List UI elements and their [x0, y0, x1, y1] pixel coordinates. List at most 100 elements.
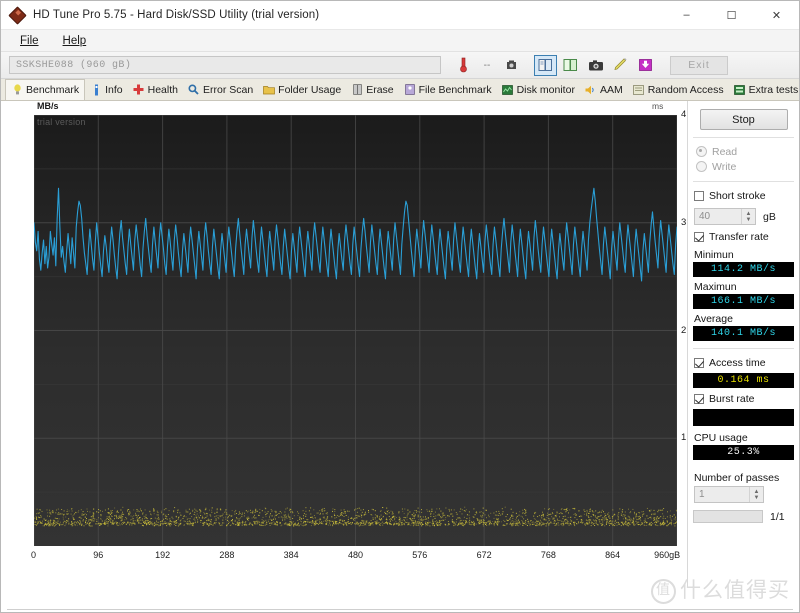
bulb-icon [11, 84, 23, 96]
benchmark-chart: MB/s ms trial version 20015010050 4.003.… [1, 101, 700, 588]
tab-disk-monitor[interactable]: Disk monitor [497, 80, 580, 100]
tab-aam[interactable]: AAM [580, 80, 628, 100]
menu-bar: File Help [1, 30, 799, 52]
site-watermark: 值什么值得买 [651, 574, 790, 604]
exit-button-label: Exit [688, 59, 710, 71]
plot-canvas[interactable]: trial version [34, 115, 677, 546]
menu-file[interactable]: File [9, 33, 50, 49]
passes-spinner[interactable]: ▲ ▼ [749, 487, 763, 502]
x-tick-8: 768 [540, 550, 556, 560]
passes-spinner-down-icon[interactable]: ▼ [754, 495, 760, 501]
progress-bar [693, 510, 763, 523]
tab-extra-tests-label: Extra tests [748, 83, 799, 96]
speaker-icon [585, 84, 597, 96]
read-radio-label: Read [712, 145, 738, 158]
save-button[interactable] [634, 55, 657, 76]
access-time-row[interactable]: Access time [694, 355, 794, 371]
drive-selector-label: SSKSHE088 (960 gB) [16, 59, 132, 71]
tab-health-label: Health [147, 83, 178, 96]
average-value: 140.1 MB/s [693, 326, 794, 341]
access-time-checkbox[interactable] [694, 358, 704, 368]
divider-2 [693, 181, 794, 182]
tab-erase[interactable]: Erase [346, 80, 398, 100]
burst-rate-checkbox[interactable] [694, 394, 704, 404]
read-radio-row[interactable]: Read [696, 144, 794, 159]
tab-extra-tests[interactable]: Extra tests [729, 80, 799, 100]
thermometer-icon[interactable] [453, 55, 473, 75]
passes-label: Number of passes [694, 472, 780, 484]
toolbar-status-group: -- [451, 55, 523, 75]
control-panel: Stop Read Write Short stroke 40 ▲ ▼ gB T… [687, 101, 799, 588]
menu-file-label: File [20, 34, 39, 47]
plot-svg [34, 115, 677, 546]
transfer-rate-checkbox[interactable] [694, 232, 704, 242]
tab-benchmark[interactable]: Benchmark [5, 79, 86, 100]
eraser-icon [351, 84, 363, 96]
cpu-usage-label: CPU usage [694, 432, 748, 444]
short-stroke-unit: gB [763, 210, 776, 223]
settings-icon[interactable] [501, 55, 521, 75]
short-stroke-input[interactable]: 40 ▲ ▼ [694, 208, 756, 225]
burst-rate-label: Burst rate [709, 393, 755, 405]
passes-value: 1 [699, 489, 705, 500]
plot-wrapper: MB/s ms trial version 20015010050 4.003.… [1, 101, 700, 588]
x-tick-3: 288 [219, 550, 235, 560]
short-stroke-stepper-row: 40 ▲ ▼ gB [694, 208, 794, 225]
drive-selector[interactable]: SSKSHE088 (960 gB) [9, 56, 441, 74]
tab-folder-usage[interactable]: Folder Usage [258, 80, 346, 100]
short-stroke-label: Short stroke [709, 190, 766, 202]
tab-error-scan-label: Error Scan [202, 83, 254, 96]
title-bar: HD Tune Pro 5.75 - Hard Disk/SSD Utility… [1, 1, 799, 30]
copy-button[interactable] [559, 55, 582, 76]
footer: 值什么值得买 [1, 578, 799, 612]
maximize-button[interactable]: ☐ [709, 1, 754, 29]
tab-file-benchmark-label: File Benchmark [418, 83, 492, 96]
short-stroke-spinner[interactable]: ▲ ▼ [741, 209, 755, 224]
burst-rate-row[interactable]: Burst rate [694, 391, 794, 407]
menu-help[interactable]: Help [52, 33, 98, 49]
tab-error-scan[interactable]: Error Scan [183, 80, 258, 100]
transfer-rate-row[interactable]: Transfer rate [694, 229, 794, 245]
read-radio-icon[interactable] [696, 146, 707, 157]
stop-button[interactable]: Stop [699, 109, 788, 130]
screenshot-button[interactable] [584, 55, 607, 76]
x-tick-0: 0 [31, 550, 37, 560]
spinner-down-icon[interactable]: ▼ [746, 217, 752, 223]
maximum-label: Maximun [694, 281, 737, 293]
close-button[interactable]: ✕ [754, 1, 799, 29]
write-radio-row[interactable]: Write [696, 159, 794, 174]
tab-info[interactable]: Info [85, 80, 128, 100]
toolbar-action-group [533, 54, 658, 76]
tab-strip: Benchmark Info Health Error Scan Folder … [1, 79, 799, 101]
x-tick-10: 960gB [654, 550, 681, 560]
magnifier-icon [188, 84, 200, 96]
compare-button[interactable] [534, 54, 557, 76]
divider-3 [693, 348, 794, 349]
tab-aam-label: AAM [599, 83, 623, 96]
passes-input[interactable]: 1 ▲ ▼ [694, 486, 764, 503]
monitor-icon [502, 84, 514, 96]
cpu-usage-value: 25.3% [693, 445, 794, 460]
toolbar: SSKSHE088 (960 gB) -- Exit [1, 52, 799, 79]
short-stroke-row[interactable]: Short stroke [694, 188, 794, 204]
extra-icon [734, 84, 746, 96]
status-divider [7, 609, 793, 610]
cross-icon [133, 84, 145, 96]
temperature-value: -- [477, 55, 497, 75]
divider-1 [693, 137, 794, 138]
tab-folder-usage-label: Folder Usage [278, 83, 342, 96]
eraser-button[interactable] [609, 55, 632, 76]
window-title: HD Tune Pro 5.75 - Hard Disk/SSD Utility… [33, 9, 320, 21]
folder-icon [263, 84, 276, 96]
tab-random-access[interactable]: Random Access [628, 80, 729, 100]
tab-health[interactable]: Health [128, 80, 183, 100]
tab-info-label: Info [105, 83, 123, 96]
minimum-label: Minimun [694, 249, 734, 261]
y-axis-right-title: ms [652, 101, 664, 111]
minimize-button[interactable]: – [664, 1, 709, 29]
short-stroke-checkbox[interactable] [694, 191, 704, 201]
app-logo-icon [8, 6, 27, 25]
write-radio-icon[interactable] [696, 161, 707, 172]
exit-button[interactable]: Exit [670, 55, 728, 75]
tab-file-benchmark[interactable]: File Benchmark [399, 80, 497, 100]
